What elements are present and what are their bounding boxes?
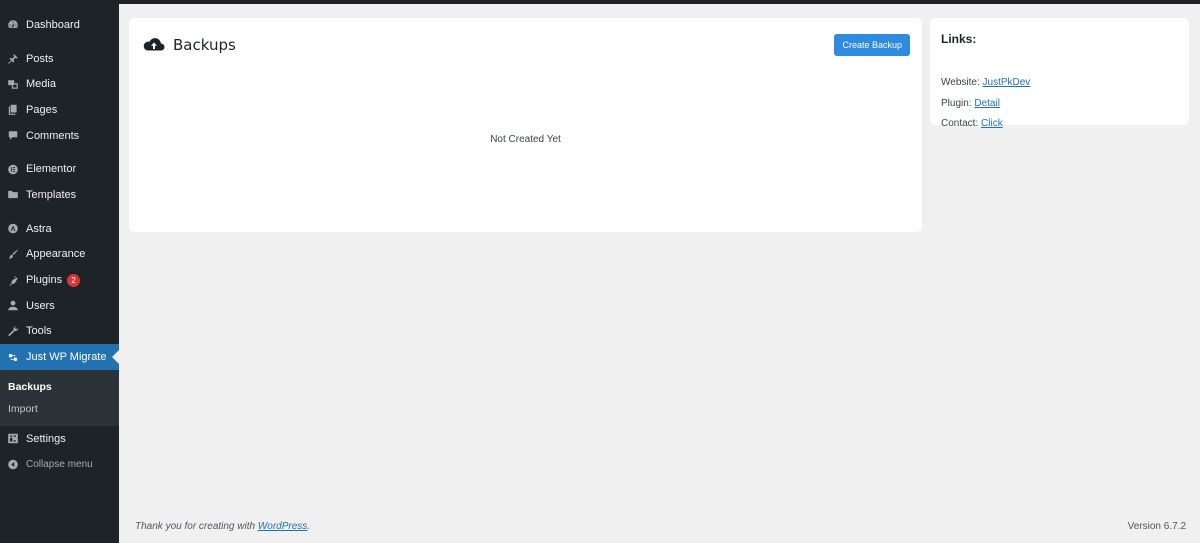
menu-item-settings[interactable]: Settings: [0, 426, 119, 452]
contact-link[interactable]: Click: [981, 118, 1003, 129]
menu-item-elementor[interactable]: Elementor: [0, 156, 119, 182]
backups-header: Backups: [142, 35, 236, 55]
footer-thanks-suffix: .: [307, 521, 311, 532]
menu-item-posts[interactable]: Posts: [0, 46, 119, 72]
migrate-submenu: Backups Import: [0, 369, 119, 426]
plugin-label: Plugin:: [941, 98, 972, 109]
menu-item-comments[interactable]: Comments: [0, 123, 119, 149]
website-label: Website:: [941, 77, 980, 88]
empty-state-text: Not Created Yet: [490, 134, 561, 145]
cloud-upload-icon: [143, 38, 165, 51]
wrench-icon: [0, 325, 26, 338]
menu-item-label: Appearance: [26, 248, 86, 261]
collapse-icon: [0, 458, 26, 471]
menu-item-label: Media: [26, 78, 56, 91]
astra-icon: [0, 222, 26, 235]
create-backup-button[interactable]: Create Backup: [834, 34, 910, 56]
settings-icon: [0, 432, 26, 445]
backups-card: Backups Create Backup Not Created Yet: [129, 18, 922, 232]
admin-bar: [0, 0, 1200, 4]
menu-item-templates[interactable]: Templates: [0, 182, 119, 208]
contact-row: Contact: Click: [941, 118, 1003, 129]
update-count-badge: 2: [67, 273, 81, 287]
menu-item-label: Posts: [26, 52, 54, 65]
menu-item-label: Pages: [26, 103, 58, 116]
migrate-icon: [0, 351, 26, 364]
menu-item-just-wp-migrate[interactable]: Just WP Migrate: [0, 344, 119, 370]
menu-item-label: Astra: [26, 222, 52, 235]
comment-icon: [0, 129, 26, 142]
menu-item-label: Templates: [26, 188, 77, 201]
website-link[interactable]: JustPkDev: [983, 77, 1031, 88]
menu-item-label: Plugins: [26, 274, 63, 287]
menu-item-appearance[interactable]: Appearance: [0, 242, 119, 268]
menu-item-label: Comments: [26, 129, 80, 142]
dashboard-icon: [0, 18, 26, 31]
menu-item-dashboard[interactable]: Dashboard: [0, 12, 119, 38]
pin-icon: [0, 52, 26, 65]
menu-item-label: Elementor: [26, 163, 77, 176]
menu-item-label: Tools: [26, 325, 52, 338]
admin-sidebar: Dashboard Posts Media Pages Comments Ele…: [0, 0, 119, 543]
media-icon: [0, 78, 26, 91]
menu-item-label: Collapse menu: [26, 458, 93, 470]
website-row: Website: JustPkDev: [941, 77, 1030, 88]
plugin-detail-link[interactable]: Detail: [974, 98, 1000, 109]
contact-label: Contact:: [941, 118, 979, 129]
menu-item-users[interactable]: Users: [0, 293, 119, 319]
submenu-item-backups[interactable]: Backups: [0, 376, 119, 398]
pages-icon: [0, 103, 26, 116]
menu-item-pages[interactable]: Pages: [0, 97, 119, 123]
brush-icon: [0, 248, 26, 261]
admin-menu: Dashboard Posts Media Pages Comments Ele…: [0, 12, 119, 477]
backups-title: Backups: [173, 36, 236, 54]
menu-item-label: Dashboard: [26, 18, 80, 31]
links-card: Links: Website: JustPkDev Plugin: Detail…: [930, 18, 1189, 129]
footer-thanks-text: Thank you for creating with: [135, 521, 258, 532]
wordpress-link[interactable]: WordPress: [258, 521, 307, 532]
collapse-menu-button[interactable]: Collapse menu: [0, 452, 119, 478]
submenu-item-import[interactable]: Import: [0, 398, 119, 420]
elementor-icon: [0, 163, 26, 176]
menu-item-tools[interactable]: Tools: [0, 319, 119, 345]
folder-icon: [0, 188, 26, 201]
menu-item-astra[interactable]: Astra: [0, 216, 119, 242]
menu-item-label: Settings: [26, 432, 66, 445]
links-title: Links:: [941, 32, 977, 46]
user-icon: [0, 299, 26, 312]
plugin-row: Plugin: Detail: [941, 98, 1000, 109]
menu-item-media[interactable]: Media: [0, 71, 119, 97]
footer-version: Version 6.7.2: [1127, 521, 1186, 532]
menu-item-plugins[interactable]: Plugins 2: [0, 267, 119, 293]
plugin-icon: [0, 274, 26, 287]
menu-item-label: Just WP Migrate: [26, 351, 107, 364]
menu-item-label: Users: [26, 299, 55, 312]
footer-thanks: Thank you for creating with WordPress.: [135, 521, 310, 532]
